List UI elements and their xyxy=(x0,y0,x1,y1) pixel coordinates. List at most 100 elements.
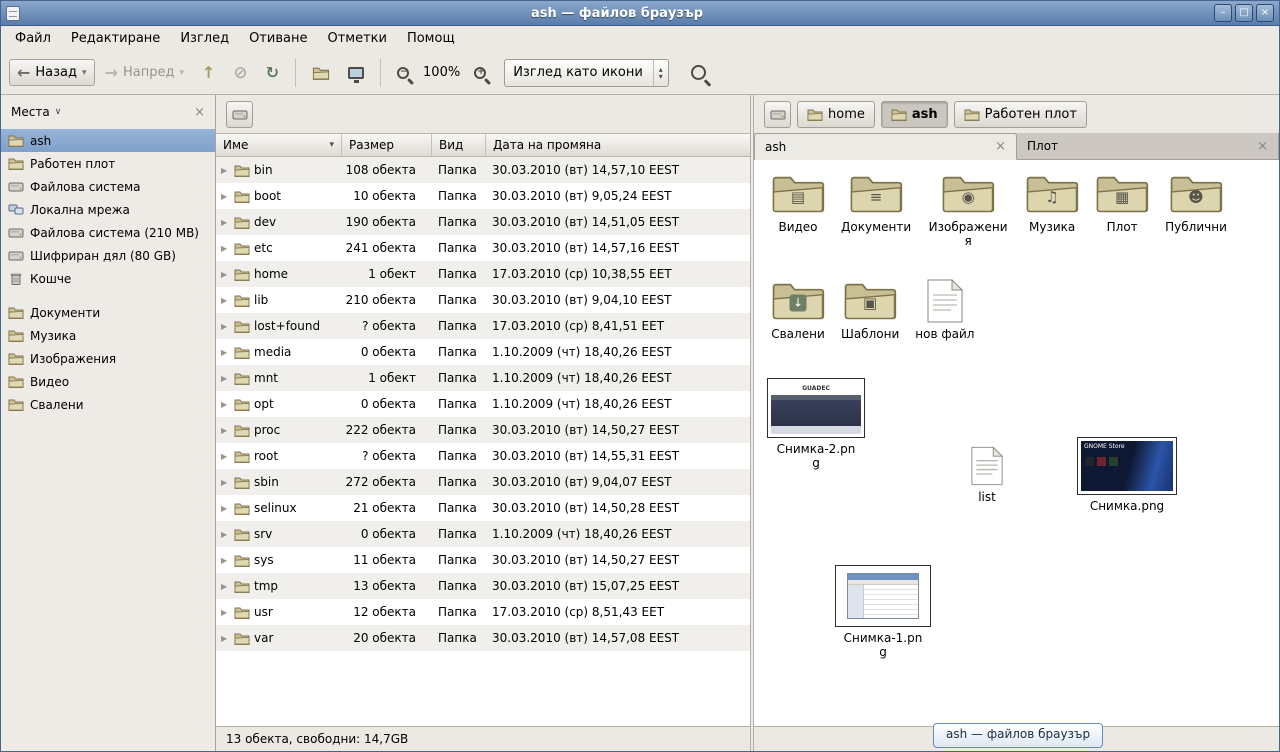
folder-item[interactable]: ◉ Изображения xyxy=(922,172,1014,249)
expander-icon[interactable] xyxy=(221,530,230,539)
menu-item[interactable]: Помощ xyxy=(397,28,465,49)
sidebar-place-item[interactable]: Шифриран дял (80 GB) xyxy=(1,244,215,267)
folder-item[interactable]: ▦ Плот xyxy=(1090,172,1154,234)
sidebar-place-item[interactable]: Работен плот xyxy=(1,152,215,175)
table-row[interactable]: proc 222 обекта Папка 30.03.2010 (вт) 14… xyxy=(216,417,750,443)
expander-icon[interactable] xyxy=(221,166,230,175)
path-crumb-button[interactable]: home xyxy=(797,101,875,128)
expander-icon[interactable] xyxy=(221,192,230,201)
column-header-modified[interactable]: Дата на промяна xyxy=(486,134,750,156)
table-row[interactable]: mnt 1 обект Папка 1.10.2009 (чт) 18,40,2… xyxy=(216,365,750,391)
menu-item[interactable]: Файл xyxy=(5,28,61,49)
sidebar-place-item[interactable]: Музика xyxy=(1,324,215,347)
table-row[interactable]: sys 11 обекта Папка 30.03.2010 (вт) 14,5… xyxy=(216,547,750,573)
tab-close-icon[interactable]: × xyxy=(1257,139,1268,154)
folder-item[interactable]: ♫ Музика xyxy=(1020,172,1084,234)
table-row[interactable]: dev 190 обекта Папка 30.03.2010 (вт) 14,… xyxy=(216,209,750,235)
search-button[interactable] xyxy=(683,59,714,86)
home-button[interactable] xyxy=(304,60,338,86)
menu-item[interactable]: Отиване xyxy=(239,28,317,49)
sidebar-place-item[interactable]: Свалени xyxy=(1,393,215,416)
root-location-button[interactable] xyxy=(764,101,791,128)
folder-item[interactable]: ▤ Видео xyxy=(766,172,830,234)
column-header-type[interactable]: Вид xyxy=(432,134,486,156)
folder-item[interactable]: нов файл xyxy=(910,279,979,341)
folder-item[interactable]: ≡ Документи xyxy=(836,172,916,234)
sidebar-place-item[interactable]: Документи xyxy=(1,301,215,324)
column-header-size[interactable]: Размер xyxy=(342,134,432,156)
table-row[interactable]: lost+found ? обекта Папка 17.03.2010 (ср… xyxy=(216,313,750,339)
root-location-button[interactable] xyxy=(226,101,253,128)
expander-icon[interactable] xyxy=(221,478,230,487)
path-crumb-button[interactable]: Работен плот xyxy=(954,101,1087,128)
file-snimka[interactable]: GNOME Store Снимка.png xyxy=(1072,437,1182,513)
table-row[interactable]: opt 0 обекта Папка 1.10.2009 (чт) 18,40,… xyxy=(216,391,750,417)
file-snimka-2[interactable]: GUADEC Снимка-2.png xyxy=(761,378,871,471)
titlebar[interactable]: ash — файлов браузър – □ × xyxy=(1,1,1279,26)
tab-close-icon[interactable]: × xyxy=(995,139,1006,154)
sidebar-place-item[interactable]: ash xyxy=(1,129,215,152)
expander-icon[interactable] xyxy=(221,348,230,357)
table-row[interactable]: boot 10 обекта Папка 30.03.2010 (вт) 9,0… xyxy=(216,183,750,209)
file-list-item[interactable]: list xyxy=(932,446,1042,504)
folder-item[interactable]: ▣ Шаблони xyxy=(836,279,904,341)
sidebar-mode-caret-icon[interactable]: ∨ xyxy=(55,107,62,117)
table-row[interactable]: usr 12 обекта Папка 17.03.2010 (ср) 8,51… xyxy=(216,599,750,625)
close-button[interactable]: × xyxy=(1256,4,1274,22)
file-snimka-1[interactable]: Снимка-1.png xyxy=(828,565,938,660)
back-button[interactable]: ← Назад ▾ xyxy=(9,59,95,86)
expander-icon[interactable] xyxy=(221,244,230,253)
maximize-button[interactable]: □ xyxy=(1235,4,1253,22)
menu-item[interactable]: Редактиране xyxy=(61,28,170,49)
sidebar-place-item[interactable]: Файлова система xyxy=(1,175,215,198)
table-row[interactable]: etc 241 обекта Папка 30.03.2010 (вт) 14,… xyxy=(216,235,750,261)
table-row[interactable]: lib 210 обекта Папка 30.03.2010 (вт) 9,0… xyxy=(216,287,750,313)
path-crumb-button[interactable]: ash xyxy=(881,101,948,128)
expander-icon[interactable] xyxy=(221,504,230,513)
sidebar-place-item[interactable]: Файлова система (210 MB) xyxy=(1,221,215,244)
menu-item[interactable]: Отметки xyxy=(317,28,396,49)
expander-icon[interactable] xyxy=(221,582,230,591)
reload-button[interactable]: ↻ xyxy=(258,60,287,86)
expander-icon[interactable] xyxy=(221,452,230,461)
table-row[interactable]: media 0 обекта Папка 1.10.2009 (чт) 18,4… xyxy=(216,339,750,365)
computer-button[interactable] xyxy=(340,61,372,85)
expander-icon[interactable] xyxy=(221,322,230,331)
expander-icon[interactable] xyxy=(221,634,230,643)
view-mode-select[interactable]: Изглед като икони ▴▾ xyxy=(504,59,669,87)
back-history-chevron-icon[interactable]: ▾ xyxy=(82,68,87,78)
table-row[interactable]: sbin 272 обекта Папка 30.03.2010 (вт) 9,… xyxy=(216,469,750,495)
expander-icon[interactable] xyxy=(221,374,230,383)
table-row[interactable]: srv 0 обекта Папка 1.10.2009 (чт) 18,40,… xyxy=(216,521,750,547)
sidebar-place-item[interactable]: Видео xyxy=(1,370,215,393)
expander-icon[interactable] xyxy=(221,400,230,409)
table-row[interactable]: tmp 13 обекта Папка 30.03.2010 (вт) 15,0… xyxy=(216,573,750,599)
expander-icon[interactable] xyxy=(221,218,230,227)
tab-ash[interactable]: ash × xyxy=(754,133,1017,160)
zoom-out-button[interactable]: − xyxy=(389,61,417,85)
up-button[interactable]: ↑ xyxy=(194,60,223,86)
expander-icon[interactable] xyxy=(221,270,230,279)
sidebar-place-item[interactable]: Изображения xyxy=(1,347,215,370)
table-row[interactable]: selinux 21 обекта Папка 30.03.2010 (вт) … xyxy=(216,495,750,521)
forward-button[interactable]: → Напред ▾ xyxy=(97,59,192,86)
minimize-button[interactable]: – xyxy=(1214,4,1232,22)
expander-icon[interactable] xyxy=(221,296,230,305)
zoom-in-button[interactable]: + xyxy=(466,61,494,85)
table-row[interactable]: home 1 обект Папка 17.03.2010 (ср) 10,38… xyxy=(216,261,750,287)
table-row[interactable]: var 20 обекта Папка 30.03.2010 (вт) 14,5… xyxy=(216,625,750,651)
table-row[interactable]: root ? обекта Папка 30.03.2010 (вт) 14,5… xyxy=(216,443,750,469)
expander-icon[interactable] xyxy=(221,556,230,565)
sidebar-place-item[interactable]: Локална мрежа xyxy=(1,198,215,221)
tab-plot[interactable]: Плот × xyxy=(1017,133,1279,159)
stop-button[interactable]: ⊘ xyxy=(225,60,255,86)
sidebar-close-icon[interactable]: × xyxy=(194,105,205,120)
table-row[interactable]: bin 108 обекта Папка 30.03.2010 (вт) 14,… xyxy=(216,157,750,183)
expander-icon[interactable] xyxy=(221,426,230,435)
menu-item[interactable]: Изглед xyxy=(170,28,239,49)
sidebar-place-item[interactable]: Кошче xyxy=(1,267,215,290)
expander-icon[interactable] xyxy=(221,608,230,617)
column-header-name[interactable]: Име ▾ xyxy=(216,134,342,156)
folder-item[interactable]: ↓ Свалени xyxy=(766,279,830,341)
folder-item[interactable]: ☻ Публични xyxy=(1160,172,1232,234)
